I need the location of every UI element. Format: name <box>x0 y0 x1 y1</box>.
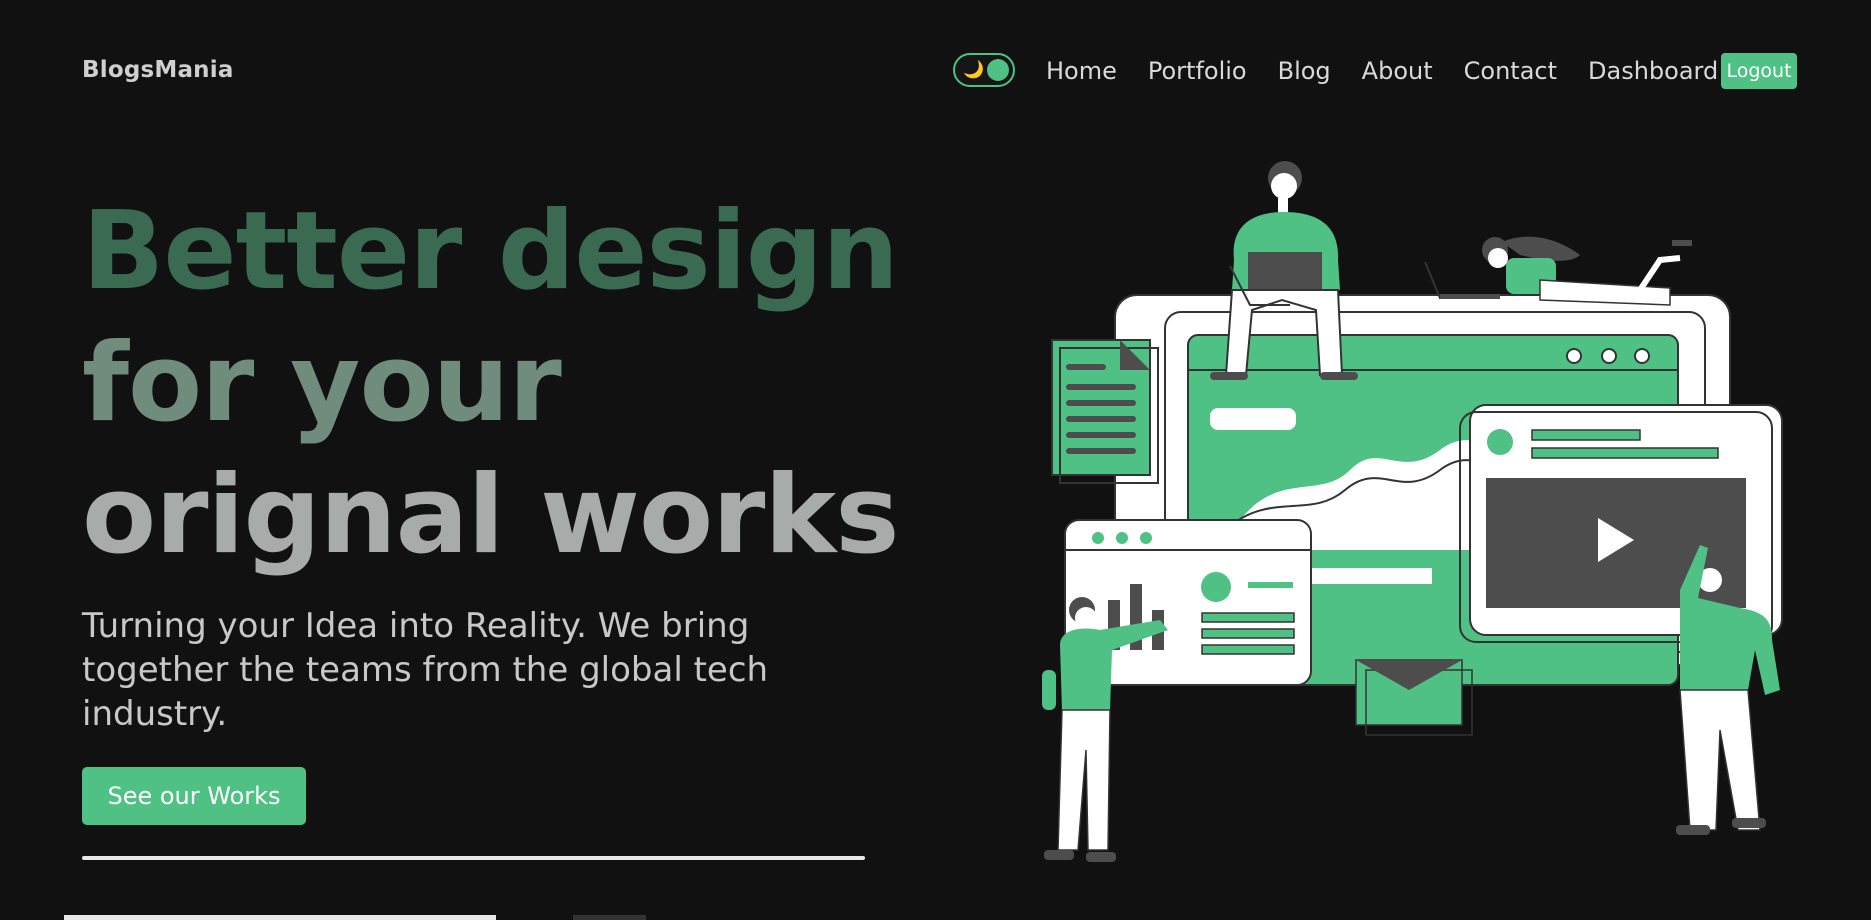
navbar: BlogsMania 🌙 Home Portfolio Blog About C… <box>0 0 1871 142</box>
hero-title-line-3: orignal works <box>82 453 900 578</box>
below-fold-card-edge <box>64 915 496 920</box>
logout-button[interactable]: Logout <box>1721 53 1797 89</box>
hero-subtitle: Turning your Idea into Reality. We bring… <box>82 606 769 734</box>
theme-toggle[interactable]: 🌙 <box>953 53 1015 87</box>
nav-link-blog[interactable]: Blog <box>1278 56 1331 86</box>
hero-title-line-2: for your <box>82 321 562 446</box>
brand-logo[interactable]: BlogsMania <box>82 57 234 83</box>
toggle-knob <box>987 59 1009 81</box>
nav-links: Home Portfolio Blog About Contact Dashbo… <box>1046 56 1749 86</box>
see-our-works-button[interactable]: See our Works <box>82 767 306 825</box>
envelope-icon <box>1355 659 1473 736</box>
nav-link-dashboard[interactable]: Dashboard <box>1588 56 1718 86</box>
hero-title: Better design for your orignal works <box>82 186 900 582</box>
nav-link-portfolio[interactable]: Portfolio <box>1148 56 1247 86</box>
nav-link-about[interactable]: About <box>1362 56 1433 86</box>
moon-icon: 🌙 <box>963 60 985 80</box>
hero-title-line-1: Better design <box>82 189 899 314</box>
nav-link-home[interactable]: Home <box>1046 56 1117 86</box>
landing-page: BlogsMania 🌙 Home Portfolio Blog About C… <box>0 0 1871 920</box>
nav-link-contact[interactable]: Contact <box>1464 56 1557 86</box>
hero-divider <box>82 856 865 860</box>
team-web-design-illustration <box>1042 161 1783 862</box>
below-fold-card-edge-dark <box>573 915 646 920</box>
